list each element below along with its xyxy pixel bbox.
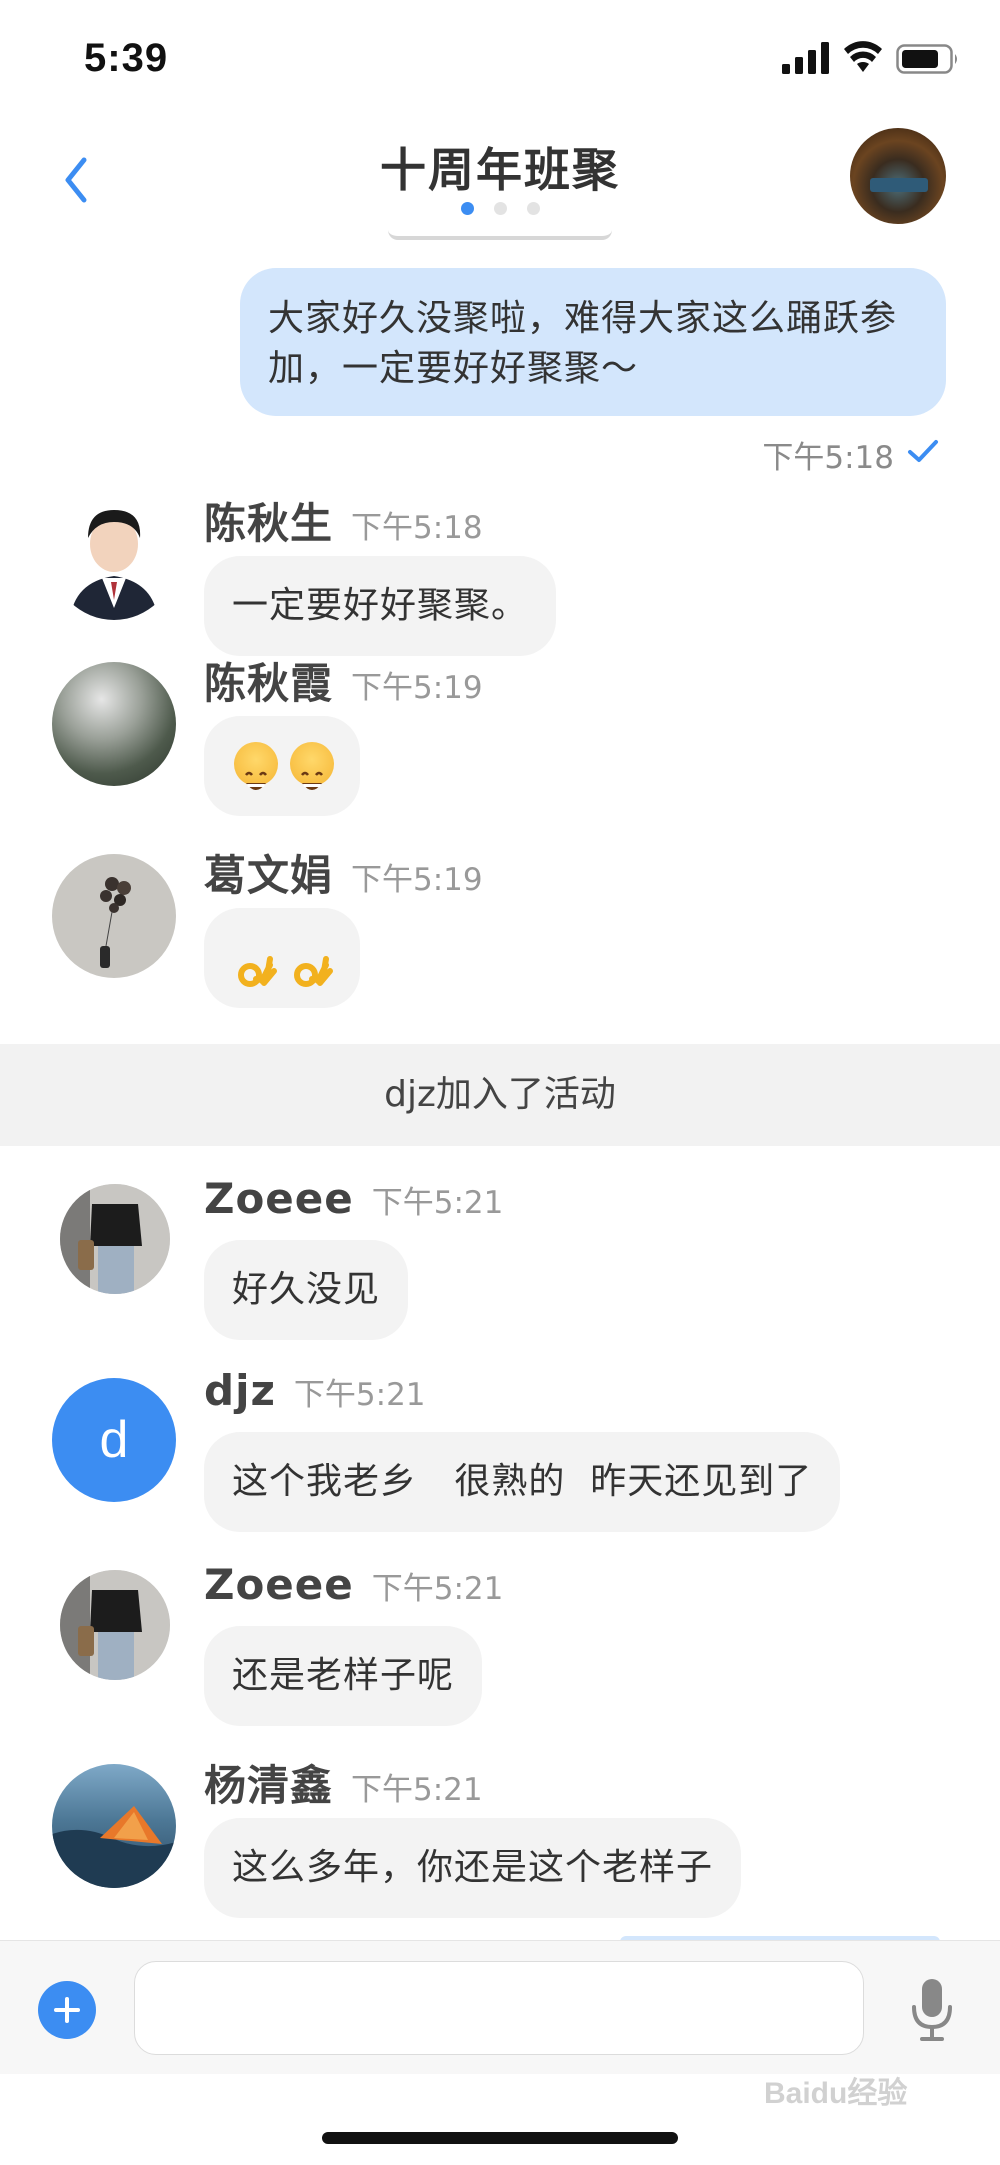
- status-bar: 5:39: [0, 0, 1000, 120]
- message-time: 下午5:19: [351, 670, 483, 706]
- sender-name: 葛文娟 下午5:19: [204, 851, 483, 900]
- sender-name: djz 下午5:21: [204, 1366, 426, 1415]
- avatar[interactable]: [52, 1764, 176, 1888]
- sender-name: 陈秋生 下午5:18: [204, 499, 483, 548]
- avatar[interactable]: [60, 1570, 170, 1680]
- grinning-emoji-icon: [290, 742, 334, 790]
- message-bubble[interactable]: [204, 716, 360, 816]
- cellular-signal-icon: [782, 42, 829, 74]
- microphone-icon[interactable]: [910, 1977, 954, 2043]
- message-bubble[interactable]: 好久没见: [204, 1240, 409, 1340]
- grinning-emoji-icon: [234, 742, 278, 790]
- message-time: 下午5:21: [351, 1772, 483, 1808]
- input-bar: [0, 1940, 1000, 2074]
- message-time: 下午5:21: [371, 1571, 504, 1607]
- outgoing-message-time: 下午5:18: [762, 440, 894, 476]
- message-bubble[interactable]: [204, 908, 360, 1008]
- add-attachment-button[interactable]: [38, 1981, 96, 2039]
- message-list: 大家好久没聚啦，难得大家这么踊跃参加，一定要好好聚聚～ 下午5:18 陈秋生 下午…: [0, 240, 1000, 1940]
- message-bubble[interactable]: 这个我老乡 很熟的 昨天还见到了: [204, 1432, 841, 1532]
- avatar[interactable]: d: [52, 1378, 176, 1502]
- avatar[interactable]: [52, 662, 176, 786]
- page-dot-3: [526, 202, 540, 215]
- ok-hand-emoji-icon: [290, 934, 334, 987]
- message-input[interactable]: [134, 1961, 864, 2055]
- page-indicator: [0, 202, 1000, 215]
- pull-handle: [388, 230, 612, 240]
- message-bubble[interactable]: 还是老样子呢: [204, 1626, 483, 1726]
- sender-name: 陈秋霞 下午5:19: [204, 659, 483, 708]
- sender-name: Zoeee 下午5:21: [204, 1560, 504, 1609]
- wifi-icon: [844, 41, 882, 72]
- status-time: 5:39: [84, 36, 169, 80]
- watermark: Baidu经验: [764, 2077, 908, 2110]
- sender-name: Zoeee 下午5:21: [204, 1174, 504, 1223]
- home-indicator[interactable]: [322, 2132, 678, 2144]
- outgoing-message-bubble[interactable]: 大家好久没聚啦，难得大家这么踊跃参加，一定要好好聚聚～: [240, 268, 946, 416]
- sender-name: 杨清鑫 下午5:21: [204, 1761, 483, 1810]
- message-bubble[interactable]: 一定要好好聚聚。: [204, 556, 557, 656]
- chat-header: 十周年班聚: [0, 120, 1000, 240]
- battery-icon: [896, 44, 957, 74]
- avatar[interactable]: [52, 854, 176, 978]
- message-time: 下午5:21: [371, 1185, 504, 1221]
- message-time: 下午5:18: [351, 510, 483, 546]
- avatar[interactable]: [60, 1184, 170, 1294]
- system-notice: djz加入了活动: [0, 1044, 1000, 1146]
- avatar[interactable]: [52, 496, 176, 620]
- page-dot-1: [460, 202, 474, 215]
- message-bubble[interactable]: 这么多年，你还是这个老样子: [204, 1818, 742, 1918]
- message-time: 下午5:21: [293, 1377, 426, 1413]
- page-dot-2: [493, 202, 507, 215]
- ok-hand-emoji-icon: [234, 934, 278, 987]
- group-avatar[interactable]: [850, 128, 946, 224]
- message-time: 下午5:19: [351, 862, 483, 898]
- check-icon: [908, 440, 938, 462]
